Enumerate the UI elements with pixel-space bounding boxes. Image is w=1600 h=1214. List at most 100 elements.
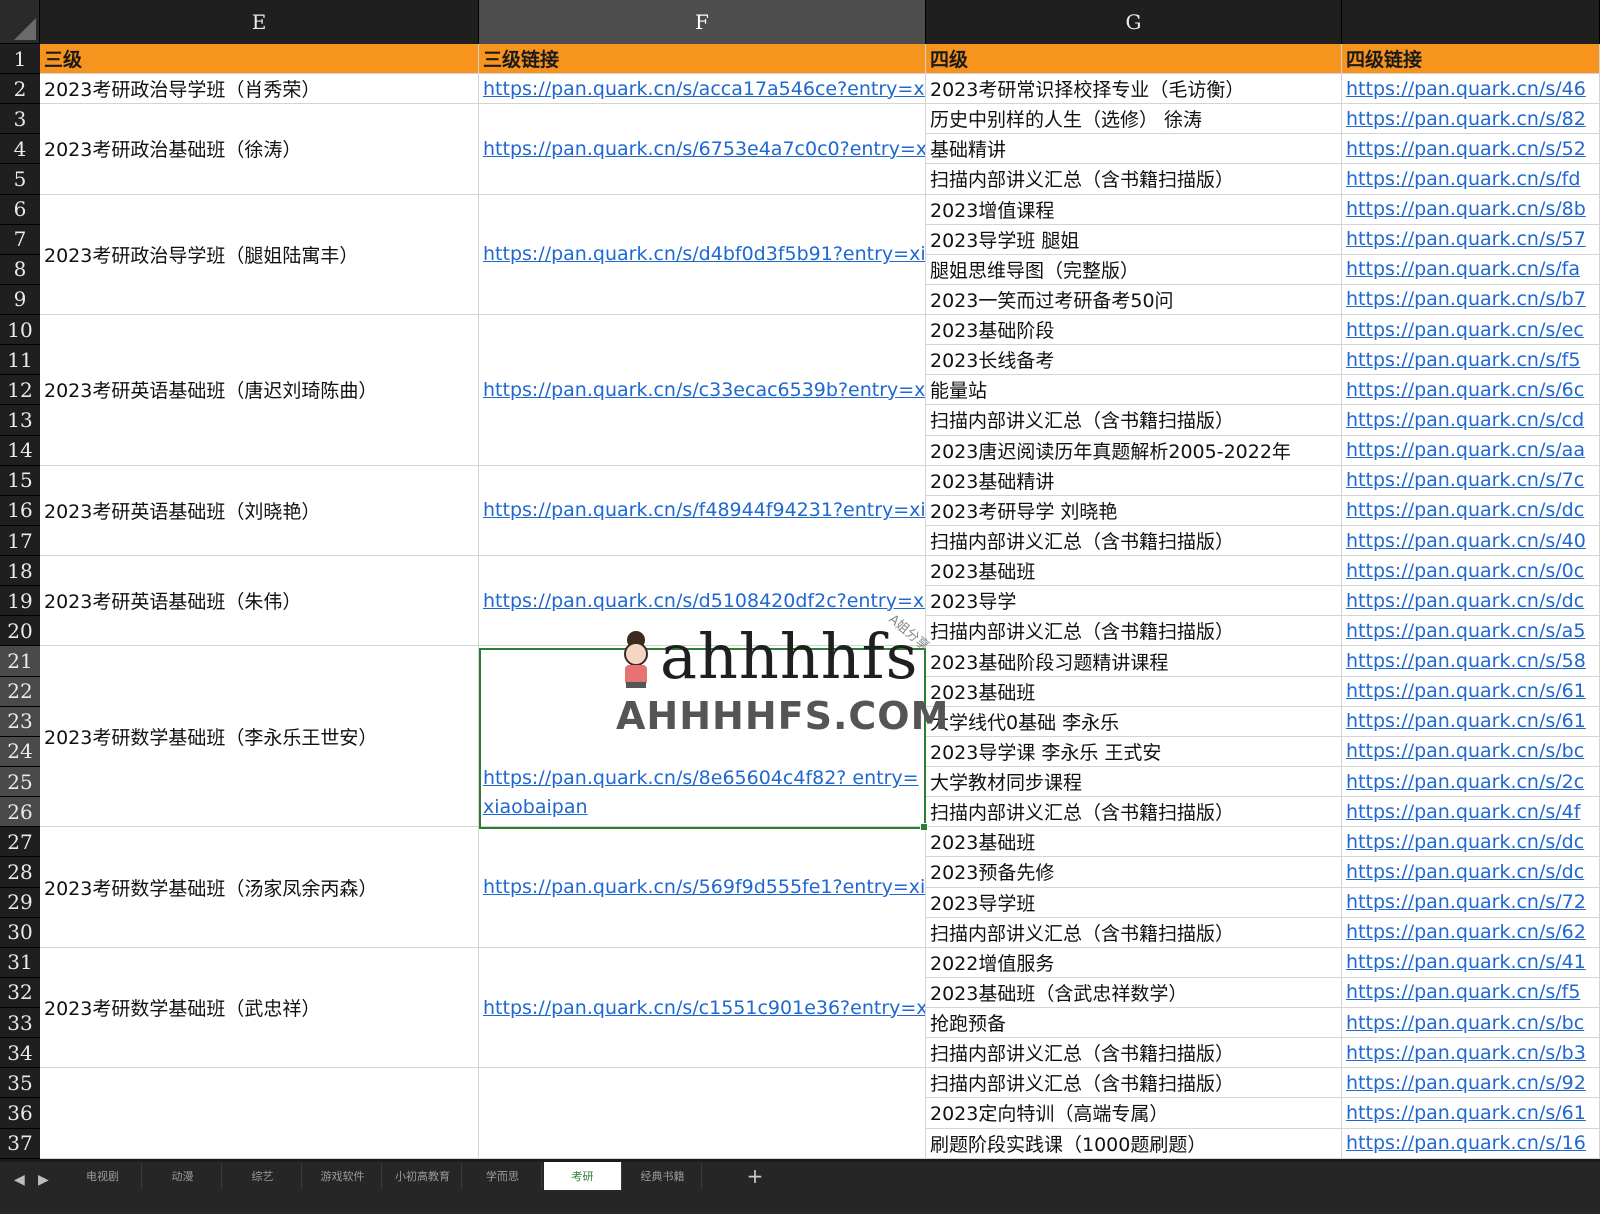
sub-item-cell[interactable]: 2023基础班 — [926, 556, 1342, 587]
course-link-cell[interactable]: https://pan.quark.cn/s/569f9d555fe1?entr… — [479, 827, 926, 948]
sub-item-link-cell[interactable]: https://pan.quark.cn/s/61 — [1342, 706, 1600, 737]
sub-item-link-cell[interactable]: https://pan.quark.cn/s/82 — [1342, 104, 1600, 135]
sub-item-link-cell[interactable]: https://pan.quark.cn/s/46 — [1342, 74, 1600, 105]
row-header[interactable]: 16 — [0, 495, 40, 526]
row-header[interactable]: 30 — [0, 917, 40, 948]
sub-item-cell[interactable]: 2023考研常识择校择专业（毛访衡） — [926, 74, 1342, 105]
sub-item-cell[interactable]: 扫描内部讲义汇总（含书籍扫描版） — [926, 1038, 1342, 1069]
sub-item-link-cell[interactable]: https://pan.quark.cn/s/dc — [1342, 857, 1600, 888]
sub-item-cell[interactable]: 2023导学班 — [926, 887, 1342, 918]
sub-item-link-cell[interactable]: https://pan.quark.cn/s/dc — [1342, 495, 1600, 526]
sub-item-link-cell[interactable]: https://pan.quark.cn/s/62 — [1342, 917, 1600, 948]
row-header[interactable]: 6 — [0, 194, 40, 225]
course-name-cell[interactable] — [40, 1068, 479, 1159]
column-header-h[interactable] — [1342, 0, 1600, 44]
sub-item-link-cell[interactable]: https://pan.quark.cn/s/40 — [1342, 525, 1600, 557]
row-header[interactable]: 37 — [0, 1128, 40, 1159]
row-header[interactable]: 34 — [0, 1038, 40, 1069]
course-link-cell[interactable]: https://pan.quark.cn/s/acca17a546ce?entr… — [479, 74, 926, 105]
sub-item-link-cell[interactable]: https://pan.quark.cn/s/a5 — [1342, 616, 1600, 647]
header-cell-e[interactable]: 三级 — [40, 44, 479, 74]
sub-item-cell[interactable]: 基础精讲 — [926, 134, 1342, 165]
sub-item-cell[interactable]: 2023基础班 — [926, 827, 1342, 858]
sub-item-link-cell[interactable]: https://pan.quark.cn/s/2c — [1342, 766, 1600, 798]
sub-item-link-cell[interactable]: https://pan.quark.cn/s/cd — [1342, 405, 1600, 436]
sub-item-link-cell[interactable]: https://pan.quark.cn/s/0c — [1342, 556, 1600, 587]
row-header[interactable]: 19 — [0, 586, 40, 617]
course-link-cell[interactable]: https://pan.quark.cn/s/c33ecac6539b?entr… — [479, 315, 926, 466]
sub-item-cell[interactable]: 大学教材同步课程 — [926, 766, 1342, 798]
sub-item-cell[interactable]: 抢跑预备 — [926, 1008, 1342, 1039]
sub-item-cell[interactable]: 2023基础班 — [926, 676, 1342, 707]
sheet-tab[interactable]: 经典书籍 — [624, 1162, 702, 1190]
row-header[interactable]: 20 — [0, 616, 40, 647]
sub-item-cell[interactable]: 2023唐迟阅读历年真题解析2005-2022年 — [926, 435, 1342, 466]
sub-item-cell[interactable]: 2023导学课 李永乐 王式安 — [926, 736, 1342, 767]
sub-item-link-cell[interactable]: https://pan.quark.cn/s/dc — [1342, 586, 1600, 617]
row-header[interactable]: 9 — [0, 284, 40, 316]
sub-item-cell[interactable]: 2023预备先修 — [926, 857, 1342, 888]
sub-item-link-cell[interactable]: https://pan.quark.cn/s/b3 — [1342, 1038, 1600, 1069]
row-header[interactable]: 18 — [0, 556, 40, 587]
sub-item-link-cell[interactable]: https://pan.quark.cn/s/7c — [1342, 465, 1600, 496]
sub-item-link-cell[interactable]: https://pan.quark.cn/s/61 — [1342, 1098, 1600, 1129]
sub-item-link-cell[interactable]: https://pan.quark.cn/s/6c — [1342, 375, 1600, 406]
sheet-tab[interactable]: 游戏软件 — [304, 1162, 382, 1190]
sub-item-cell[interactable]: 刷题阶段实践课（1000题刷题） — [926, 1128, 1342, 1159]
course-name-cell[interactable]: 2023考研政治基础班（徐涛） — [40, 104, 479, 195]
sub-item-cell[interactable]: 2023基础精讲 — [926, 465, 1342, 496]
row-header[interactable]: 7 — [0, 224, 40, 255]
sheet-tab[interactable]: 动漫 — [144, 1162, 222, 1190]
course-name-cell[interactable]: 2023考研政治导学班（腿姐陆寓丰） — [40, 194, 479, 316]
sub-item-link-cell[interactable]: https://pan.quark.cn/s/ec — [1342, 315, 1600, 346]
sub-item-cell[interactable]: 2023考研导学 刘晓艳 — [926, 495, 1342, 526]
course-name-cell[interactable]: 2023考研政治导学班（肖秀荣） — [40, 74, 479, 105]
sub-item-link-cell[interactable]: https://pan.quark.cn/s/57 — [1342, 224, 1600, 255]
row-header[interactable]: 13 — [0, 405, 40, 436]
course-name-cell[interactable]: 2023考研数学基础班（李永乐王世安） — [40, 646, 479, 828]
sub-item-link-cell[interactable]: https://pan.quark.cn/s/41 — [1342, 947, 1600, 978]
sub-item-cell[interactable]: 2023导学班 腿姐 — [926, 224, 1342, 255]
sub-item-link-cell[interactable]: https://pan.quark.cn/s/72 — [1342, 887, 1600, 918]
sub-item-cell[interactable]: 扫描内部讲义汇总（含书籍扫描版） — [926, 525, 1342, 557]
sub-item-link-cell[interactable]: https://pan.quark.cn/s/bc — [1342, 1008, 1600, 1039]
row-header[interactable]: 5 — [0, 164, 40, 195]
row-header[interactable]: 33 — [0, 1008, 40, 1039]
sub-item-link-cell[interactable]: https://pan.quark.cn/s/8b — [1342, 194, 1600, 225]
sub-item-link-cell[interactable]: https://pan.quark.cn/s/52 — [1342, 134, 1600, 165]
row-header[interactable]: 2 — [0, 74, 40, 105]
row-header[interactable]: 28 — [0, 857, 40, 888]
sub-item-link-cell[interactable]: https://pan.quark.cn/s/58 — [1342, 646, 1600, 677]
sheet-tab[interactable]: 学而思 — [464, 1162, 542, 1190]
row-header[interactable]: 27 — [0, 827, 40, 858]
course-link-cell[interactable]: https://pan.quark.cn/s/d4bf0d3f5b91?entr… — [479, 194, 926, 316]
row-header[interactable]: 4 — [0, 134, 40, 165]
sub-item-link-cell[interactable]: https://pan.quark.cn/s/bc — [1342, 736, 1600, 767]
sub-item-cell[interactable]: 扫描内部讲义汇总（含书籍扫描版） — [926, 616, 1342, 647]
header-cell-f[interactable]: 三级链接 — [479, 44, 926, 74]
column-header-g[interactable]: G — [926, 0, 1342, 44]
row-header[interactable]: 31 — [0, 947, 40, 978]
sub-item-cell[interactable]: 扫描内部讲义汇总（含书籍扫描版） — [926, 917, 1342, 948]
add-sheet-button[interactable]: + — [740, 1164, 770, 1188]
course-link-cell[interactable]: https://pan.quark.cn/s/c1551c901e36?entr… — [479, 947, 926, 1069]
sheet-tab[interactable]: 电视剧 — [64, 1162, 142, 1190]
course-link-cell[interactable]: https://pan.quark.cn/s/8e65604c4f82? ent… — [479, 646, 926, 828]
prev-sheet-icon[interactable]: ◀ — [14, 1172, 25, 1188]
sub-item-link-cell[interactable]: https://pan.quark.cn/s/f5 — [1342, 345, 1600, 376]
column-header-f[interactable]: F — [479, 0, 926, 44]
sheet-tab[interactable]: 小初高教育 — [384, 1162, 462, 1190]
row-header[interactable]: 32 — [0, 977, 40, 1009]
row-header[interactable]: 10 — [0, 315, 40, 346]
course-name-cell[interactable]: 2023考研英语基础班（刘晓艳） — [40, 465, 479, 557]
row-header[interactable]: 1 — [0, 44, 40, 74]
sub-item-cell[interactable]: 2023导学 — [926, 586, 1342, 617]
row-header[interactable]: 25 — [0, 766, 40, 798]
sub-item-cell[interactable]: 2023基础阶段 — [926, 315, 1342, 346]
sub-item-link-cell[interactable]: https://pan.quark.cn/s/b7 — [1342, 284, 1600, 316]
sub-item-cell[interactable]: 2023长线备考 — [926, 345, 1342, 376]
row-header[interactable]: 14 — [0, 435, 40, 466]
row-header[interactable]: 22 — [0, 676, 40, 707]
header-cell-g[interactable]: 四级 — [926, 44, 1342, 74]
row-header[interactable]: 21 — [0, 646, 40, 677]
